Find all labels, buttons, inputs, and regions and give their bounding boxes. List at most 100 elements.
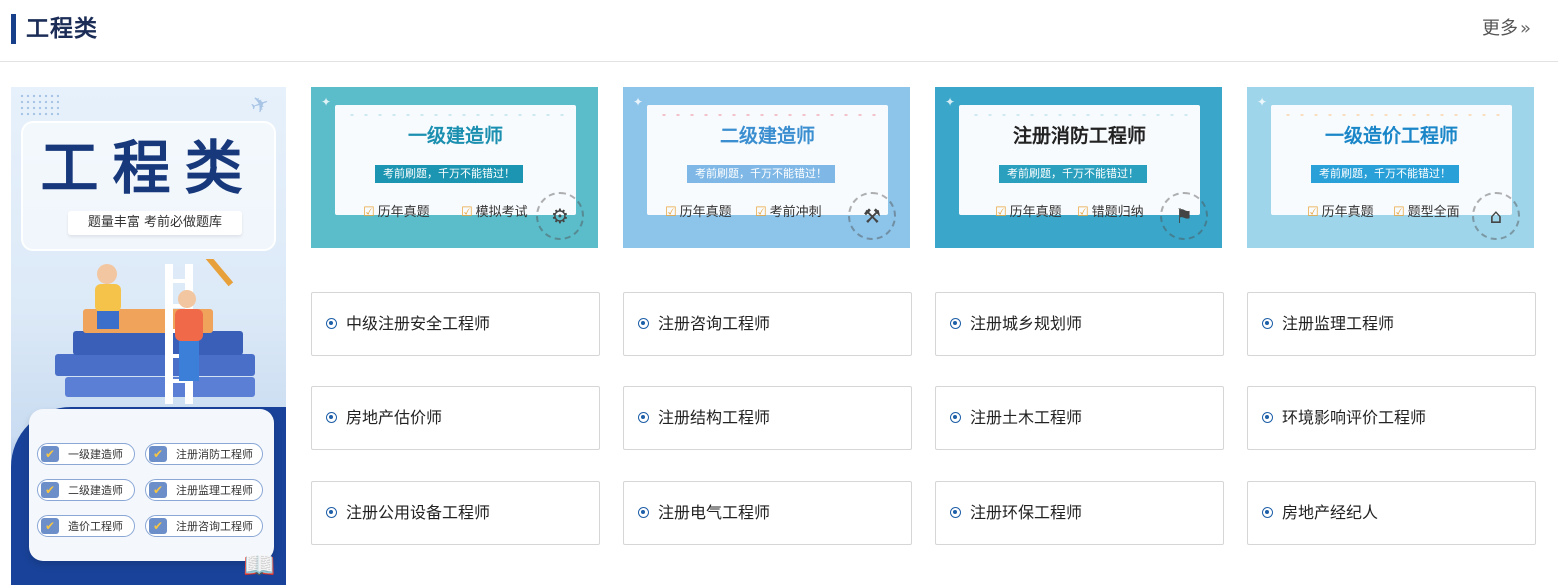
exam-list-item[interactable]: 注册监理工程师 bbox=[1247, 292, 1536, 356]
radio-dot-icon bbox=[326, 318, 337, 329]
pill-label: 一级建造师 bbox=[68, 448, 123, 461]
checkbox-icon: ☑ bbox=[1393, 205, 1405, 220]
card-title: 一级建造师 bbox=[407, 125, 503, 147]
exam-list-item[interactable]: 注册公用设备工程师 bbox=[311, 481, 600, 545]
checkbox-icon: ☑ bbox=[995, 205, 1007, 220]
exam-list-item-label: 注册咨询工程师 bbox=[658, 314, 771, 333]
more-label: 更多 bbox=[1481, 18, 1518, 39]
title-accent-bar bbox=[11, 14, 16, 44]
exam-list-item[interactable]: 中级注册安全工程师 bbox=[311, 292, 600, 356]
pill-label: 造价工程师 bbox=[68, 520, 123, 533]
banner-pill[interactable]: ✔ 一级建造师 bbox=[37, 443, 135, 465]
radio-dot-icon bbox=[1262, 507, 1273, 518]
section-title: 工程类 bbox=[26, 16, 98, 42]
exam-list-item-label: 注册城乡规划师 bbox=[970, 314, 1083, 333]
checkbox-icon: ✔ bbox=[149, 518, 167, 534]
more-link[interactable]: 更多» bbox=[1482, 17, 1531, 41]
double-chevron-right-icon: » bbox=[1519, 18, 1531, 39]
checkbox-icon: ☑ bbox=[1307, 205, 1319, 220]
exam-list-item[interactable]: 房地产经纪人 bbox=[1247, 481, 1536, 545]
card-feature: ☑ 历年真题 bbox=[665, 204, 732, 222]
exam-card-fire-engineer[interactable]: 注册消防工程师 考前刷题，千万不能错过！ ☑ 历年真题 ☑ 错题归纳 ⚑ ✦ bbox=[935, 87, 1222, 248]
radio-dot-icon bbox=[638, 318, 649, 329]
card-inner-panel bbox=[335, 105, 576, 215]
feature-label: 考前冲刺 bbox=[769, 205, 822, 220]
checkbox-icon: ☑ bbox=[461, 205, 473, 220]
section-header: 工程类 更多» bbox=[0, 0, 1558, 62]
radio-dot-icon bbox=[1262, 412, 1273, 423]
checkbox-icon: ✔ bbox=[41, 518, 59, 534]
card-feature: ☑ 模拟考试 bbox=[461, 204, 528, 222]
pill-label: 注册监理工程师 bbox=[176, 484, 253, 497]
open-book-icon: 📖 bbox=[243, 551, 276, 581]
banner-tagline: 题量丰富 考前必做题库 bbox=[68, 211, 242, 235]
promo-banner[interactable]: ✈ 工程类 题量丰富 考前必做题库 ✎ ✔ 一级建造师 ✔ 注册消防工程师 bbox=[11, 87, 286, 585]
exam-list-item[interactable]: 环境影响评价工程师 bbox=[1247, 386, 1536, 450]
dot-row-decoration bbox=[657, 113, 877, 117]
worker-icon: ⚑ bbox=[1160, 192, 1208, 240]
checkbox-icon: ☑ bbox=[1077, 205, 1089, 220]
card-feature: ☑ 历年真题 bbox=[995, 204, 1062, 222]
card-slogan: 考前刷题，千万不能错过！ bbox=[1311, 165, 1459, 183]
exam-list-item-label: 房地产估价师 bbox=[346, 408, 443, 427]
card-feature: ☑ 历年真题 bbox=[363, 204, 430, 222]
dot-row-decoration bbox=[969, 113, 1189, 117]
exam-card-second-class-constructor[interactable]: 二级建造师 考前刷题，千万不能错过！ ☑ 历年真题 ☑ 考前冲刺 ⚒ ✦ bbox=[623, 87, 910, 248]
checkbox-icon: ✔ bbox=[149, 482, 167, 498]
pill-label: 二级建造师 bbox=[68, 484, 123, 497]
exam-list-item[interactable]: 房地产估价师 bbox=[311, 386, 600, 450]
exam-list-item[interactable]: 注册电气工程师 bbox=[623, 481, 912, 545]
exam-list-item[interactable]: 注册咨询工程师 bbox=[623, 292, 912, 356]
card-title: 二级建造师 bbox=[719, 125, 815, 147]
banner-pill[interactable]: ✔ 造价工程师 bbox=[37, 515, 135, 537]
pill-label: 注册消防工程师 bbox=[176, 448, 253, 461]
exam-card-cost-engineer[interactable]: 一级造价工程师 考前刷题，千万不能错过！ ☑ 历年真题 ☑ 题型全面 ⌂ ✦ bbox=[1247, 87, 1534, 248]
banner-pill[interactable]: ✔ 注册咨询工程师 bbox=[145, 515, 263, 537]
card-slogan: 考前刷题，千万不能错过！ bbox=[687, 165, 835, 183]
study-illustration bbox=[55, 259, 255, 404]
banner-pill[interactable]: ✔ 注册监理工程师 bbox=[145, 479, 263, 501]
banner-subject-panel: ✔ 一级建造师 ✔ 注册消防工程师 ✔ 二级建造师 ✔ 注册监理工程师 ✔ 造价… bbox=[29, 409, 274, 561]
exam-card-first-class-constructor[interactable]: 一级建造师 考前刷题，千万不能错过！ ☑ 历年真题 ☑ 模拟考试 ⚙ ✦ bbox=[311, 87, 598, 248]
card-slogan: 考前刷题，千万不能错过！ bbox=[375, 165, 523, 183]
exam-list-item-label: 注册结构工程师 bbox=[658, 408, 771, 427]
card-feature: ☑ 历年真题 bbox=[1307, 204, 1374, 222]
radio-dot-icon bbox=[326, 507, 337, 518]
sparkle-icon: ✦ bbox=[1257, 95, 1268, 109]
radio-dot-icon bbox=[638, 412, 649, 423]
sparkle-icon: ✦ bbox=[633, 95, 644, 109]
exam-list-item[interactable]: 注册城乡规划师 bbox=[935, 292, 1224, 356]
exam-list-item-label: 注册电气工程师 bbox=[658, 503, 771, 522]
radio-dot-icon bbox=[638, 507, 649, 518]
exam-list-item[interactable]: 注册土木工程师 bbox=[935, 386, 1224, 450]
checkbox-icon: ✔ bbox=[41, 446, 59, 462]
card-feature: ☑ 考前冲刺 bbox=[755, 204, 822, 222]
checkbox-icon: ☑ bbox=[363, 205, 375, 220]
dot-row-decoration bbox=[1281, 113, 1501, 117]
dot-pattern-decoration bbox=[19, 93, 59, 117]
exam-list-item[interactable]: 注册环保工程师 bbox=[935, 481, 1224, 545]
radio-dot-icon bbox=[326, 412, 337, 423]
gear-icon: ⚙ bbox=[536, 192, 584, 240]
checkbox-icon: ✔ bbox=[149, 446, 167, 462]
exam-list-item-label: 注册土木工程师 bbox=[970, 408, 1083, 427]
feature-label: 历年真题 bbox=[1321, 205, 1374, 220]
dot-row-decoration bbox=[345, 113, 565, 117]
pill-label: 注册咨询工程师 bbox=[176, 520, 253, 533]
exam-list-item-label: 房地产经纪人 bbox=[1282, 503, 1379, 522]
exam-list-item[interactable]: 注册结构工程师 bbox=[623, 386, 912, 450]
feature-label: 历年真题 bbox=[1009, 205, 1062, 220]
card-feature: ☑ 题型全面 bbox=[1393, 204, 1460, 222]
exam-list-item-label: 环境影响评价工程师 bbox=[1282, 408, 1427, 427]
radio-dot-icon bbox=[950, 507, 961, 518]
card-inner-panel bbox=[647, 105, 888, 215]
banner-pill[interactable]: ✔ 二级建造师 bbox=[37, 479, 135, 501]
exam-list-item-label: 注册监理工程师 bbox=[1282, 314, 1395, 333]
feature-label: 历年真题 bbox=[679, 205, 732, 220]
drafting-tools-icon: ⚒ bbox=[848, 192, 896, 240]
sparkle-icon: ✦ bbox=[321, 95, 332, 109]
banner-pill[interactable]: ✔ 注册消防工程师 bbox=[145, 443, 263, 465]
exam-list-item-label: 注册环保工程师 bbox=[970, 503, 1083, 522]
exam-list-item-label: 注册公用设备工程师 bbox=[346, 503, 491, 522]
sparkle-icon: ✦ bbox=[945, 95, 956, 109]
